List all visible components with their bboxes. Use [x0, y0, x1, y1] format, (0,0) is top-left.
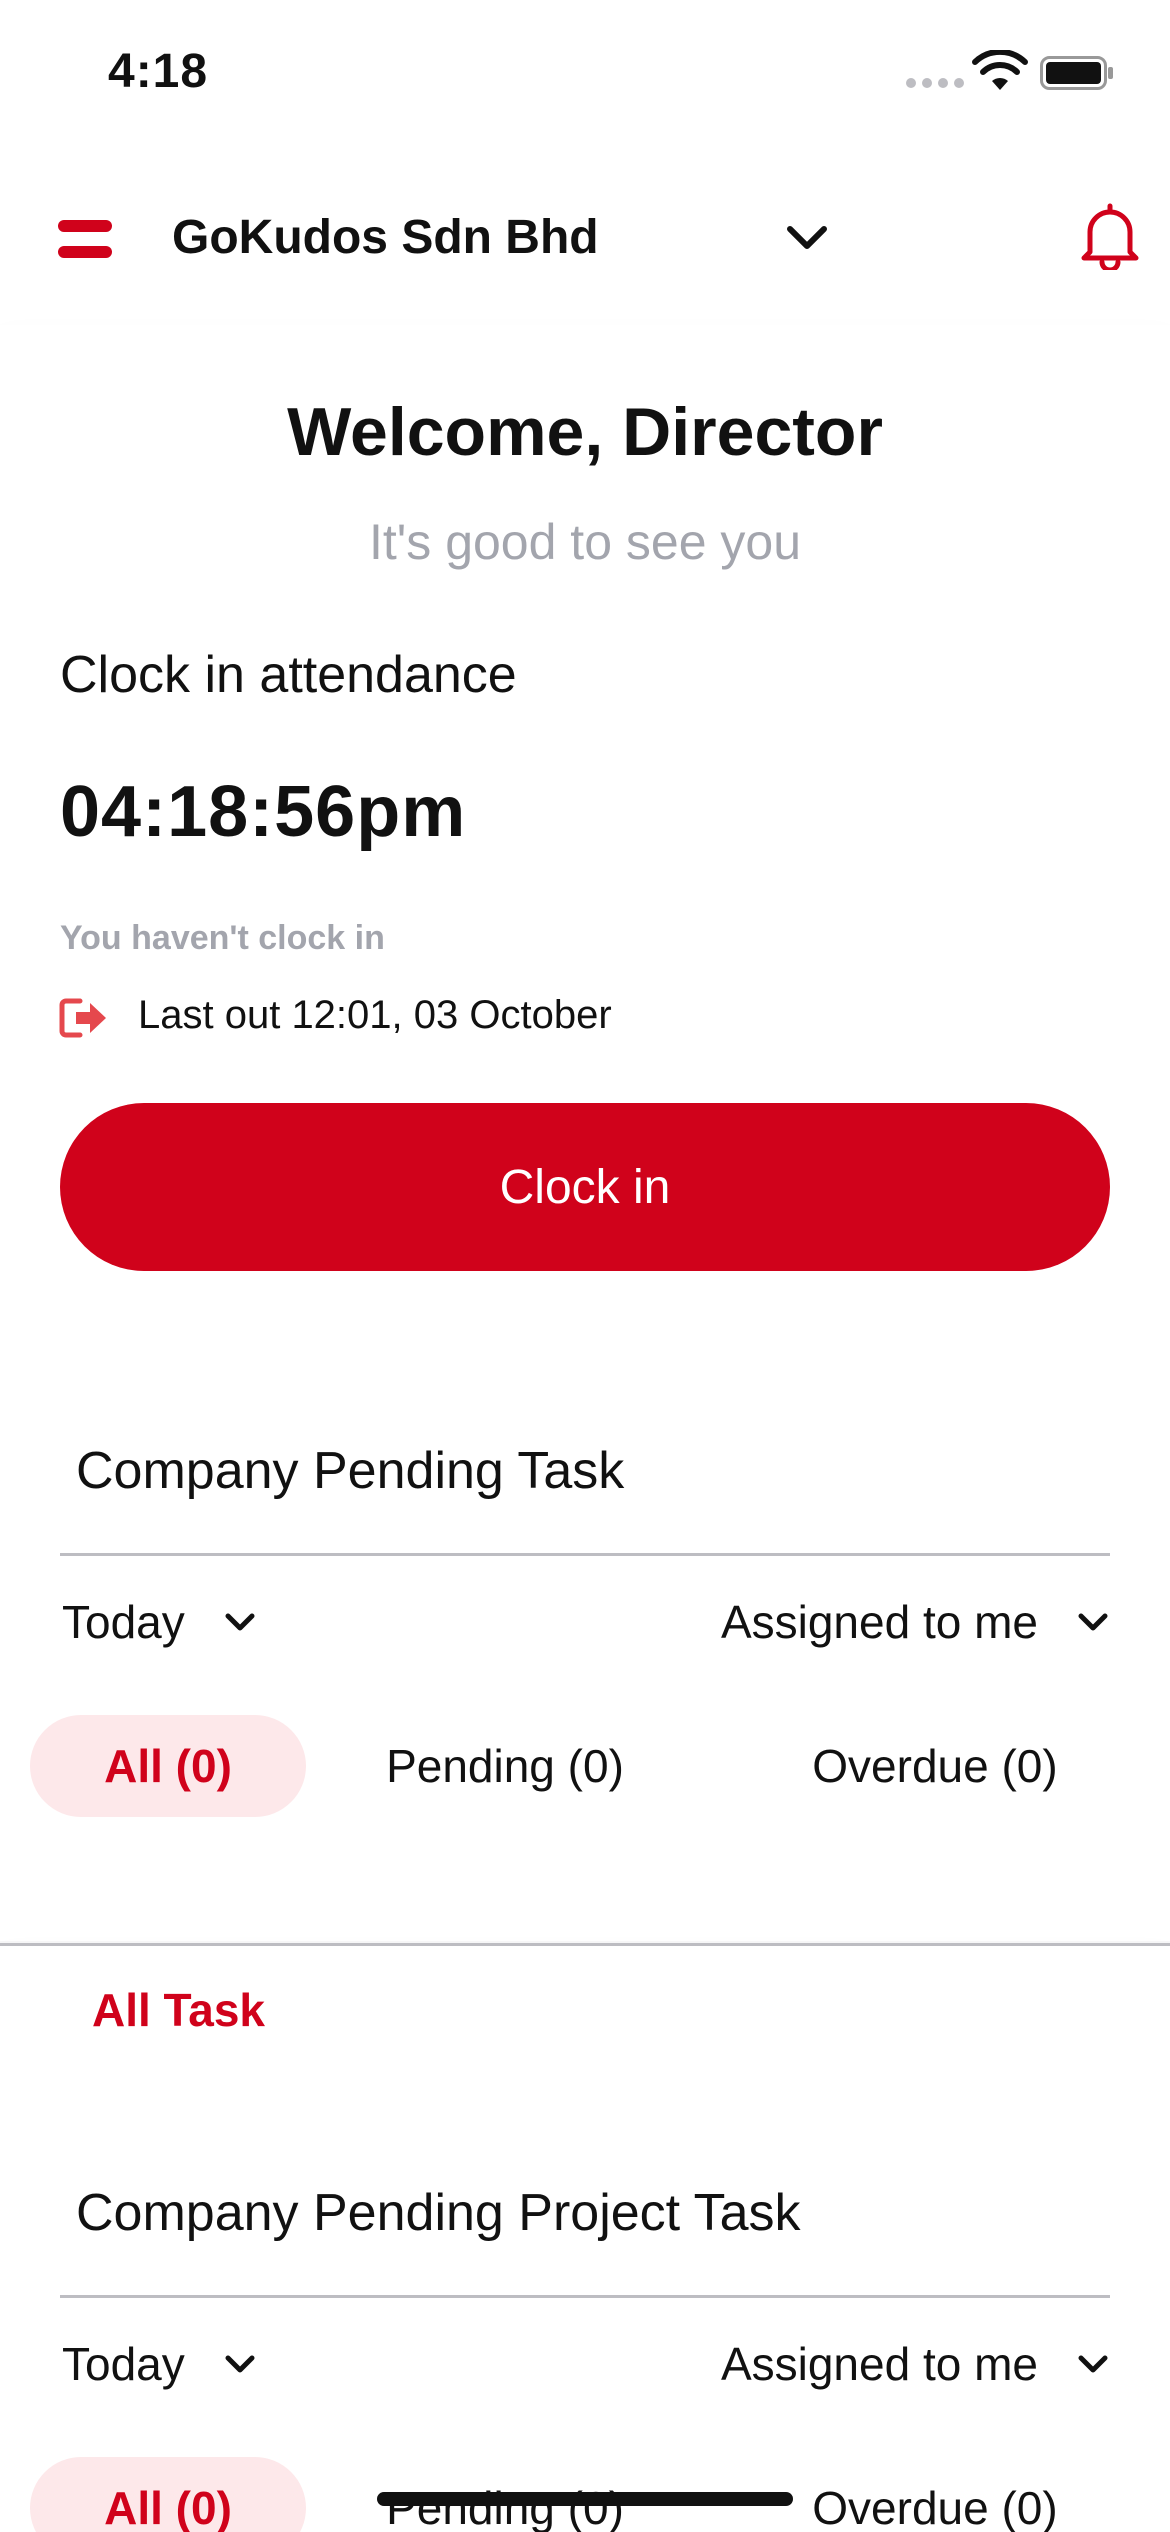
pending-task-title: Company Pending Task [76, 1442, 625, 1500]
project-task-title: Company Pending Project Task [76, 2184, 801, 2242]
chevron-down-icon[interactable] [784, 220, 830, 256]
home-indicator[interactable] [377, 2492, 793, 2506]
home-screen: 4:18 GoKudos Sdn Bhd Welcome, Director I… [0, 0, 1170, 2532]
assignee-filter-label: Assigned to me [720, 2338, 1038, 2390]
battery-icon [1040, 56, 1113, 90]
date-filter-dropdown[interactable]: Today [62, 1595, 257, 1649]
attendance-card: Welcome, Director It's good to see you C… [0, 325, 1170, 1331]
date-filter-label: Today [62, 2338, 185, 2390]
tab-overdue[interactable]: Overdue (0) [770, 1715, 1100, 1817]
pending-task-card: Company Pending Task Today Assigned to m… [0, 1331, 1170, 1941]
tab-all[interactable]: All (0) [30, 1715, 306, 1817]
company-name[interactable]: GoKudos Sdn Bhd [172, 210, 599, 265]
clock-in-button[interactable]: Clock in [60, 1103, 1110, 1271]
divider [0, 1943, 1170, 1946]
assignee-filter-label: Assigned to me [720, 1596, 1038, 1648]
tab-overdue[interactable]: Overdue (0) [770, 2457, 1100, 2532]
divider [60, 1553, 1110, 1556]
current-time: 04:18:56pm [60, 772, 467, 852]
chevron-down-icon [225, 2355, 255, 2373]
divider [60, 2295, 1110, 2298]
clock-status: You haven't clock in [60, 919, 385, 957]
date-filter-dropdown[interactable]: Today [62, 2337, 257, 2391]
all-task-link[interactable]: All Task [92, 1983, 265, 2037]
tab-pending[interactable]: Pending (0) [360, 1715, 650, 1817]
cellular-signal-icon [906, 78, 964, 88]
date-filter-label: Today [62, 1596, 185, 1648]
tab-all[interactable]: All (0) [30, 2457, 306, 2532]
assignee-filter-dropdown[interactable]: Assigned to me [721, 1595, 1110, 1649]
status-time: 4:18 [108, 45, 209, 98]
project-task-card: Company Pending Project Task Today Assig… [0, 2073, 1170, 2532]
exit-icon [59, 998, 106, 1038]
notification-bell-icon[interactable] [1078, 202, 1142, 270]
pending-task-footer: All Task [0, 1943, 1170, 2073]
wifi-icon [972, 50, 1028, 90]
task-status-tabs: All (0) Pending (0) Overdue (0) [30, 1715, 1140, 1817]
assignee-filter-dropdown[interactable]: Assigned to me [721, 2337, 1110, 2391]
welcome-subtitle: It's good to see you [368, 514, 802, 570]
status-bar: 4:18 [0, 0, 1170, 150]
last-out-time: Last out 12:01, 03 October [138, 993, 612, 1037]
chevron-down-icon [1078, 2355, 1108, 2373]
chevron-down-icon [225, 1613, 255, 1631]
attendance-title: Clock in attendance [60, 646, 517, 704]
chevron-down-icon [1078, 1613, 1108, 1631]
welcome-title: Welcome, Director [287, 394, 883, 470]
menu-icon[interactable] [58, 220, 116, 260]
top-app-bar: GoKudos Sdn Bhd [0, 150, 1170, 325]
